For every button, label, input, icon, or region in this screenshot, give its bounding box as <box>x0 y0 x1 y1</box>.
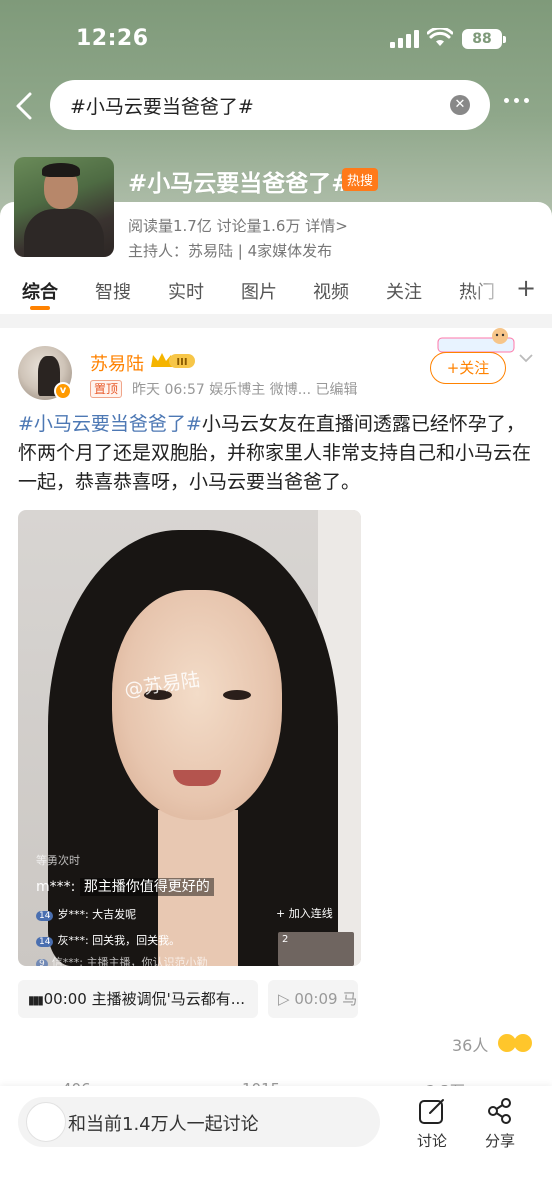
tab-bar: 综合 智搜 实时 图片 视频 关注 热门 + <box>0 268 552 314</box>
more-options-icon[interactable] <box>504 98 529 103</box>
topic-title: #小马云要当爸爸了# <box>128 171 351 197</box>
search-input[interactable]: #小马云要当爸爸了# ✕ <box>50 80 490 130</box>
pinned-badge: 置顶 <box>90 380 123 398</box>
topic-host: 主持人：苏易陆 | 4家媒体发布 <box>128 242 333 260</box>
discuss-input[interactable]: 和当前1.4万人一起讨论 <box>18 1097 380 1147</box>
audio-chip[interactable]: ▮▮▮ 00:00 主播被调侃'马云都有... <box>18 980 258 1018</box>
post-text: #小马云要当爸爸了#小马云女友在直播间透露已经怀孕了，怀两个月了还是双胞胎，并称… <box>18 410 538 497</box>
surprised-emoji-icon <box>514 1034 532 1052</box>
search-nav: #小马云要当爸爸了# ✕ <box>0 80 552 132</box>
reaction-count[interactable]: 36人 <box>452 1032 488 1056</box>
signal-icon <box>390 30 419 48</box>
tab-smart-search[interactable]: 智搜 <box>95 278 131 304</box>
chevron-down-icon[interactable] <box>518 352 534 364</box>
add-tab-icon[interactable]: + <box>516 274 536 302</box>
discuss-button[interactable]: 讨论 <box>407 1096 457 1151</box>
mascot-icon <box>26 1102 66 1142</box>
tab-following[interactable]: 关注 <box>386 278 422 304</box>
search-query: #小马云要当爸爸了# <box>70 95 254 118</box>
edit-icon <box>419 1099 444 1124</box>
chat-line: 14 灰***: 回关我，回关我。 <box>36 932 180 948</box>
tab-videos[interactable]: 视频 <box>313 278 349 304</box>
clear-icon[interactable]: ✕ <box>450 95 470 115</box>
tab-comprehensive[interactable]: 综合 <box>22 278 58 304</box>
post-meta: 昨天 06:57 娱乐博主 微博... 已编辑 <box>132 382 358 398</box>
mini-cam: 2 <box>278 932 354 966</box>
status-bar: 12:26 88 <box>0 22 552 62</box>
tab-realtime[interactable]: 实时 <box>168 278 204 304</box>
back-icon[interactable] <box>10 88 42 124</box>
join-link: + 加入连线 <box>276 907 333 920</box>
battery-icon: 88 <box>462 29 506 49</box>
bottom-bar: 和当前1.4万人一起讨论 讨论 分享 <box>0 1086 552 1199</box>
chat-highlight: m***: 那主播你值得更好的 <box>36 876 214 896</box>
share-icon <box>488 1098 511 1124</box>
level-badge-icon: III <box>151 353 195 368</box>
tab-images[interactable]: 图片 <box>241 278 277 304</box>
follow-button[interactable]: +关注 <box>430 352 506 384</box>
audio-wave-icon: ▮▮▮ <box>28 993 44 1007</box>
audio-chip-next[interactable]: ▷ 00:09 马 <box>268 980 358 1018</box>
topic-thumbnail[interactable] <box>14 157 114 257</box>
hot-badge: 热搜 <box>342 168 379 191</box>
active-tab-indicator <box>30 306 50 310</box>
post-image[interactable]: @苏易陆 等勇次时 m***: 那主播你值得更好的 14 岁***: 大吉发呢 1… <box>18 510 361 966</box>
chat-line: 等勇次时 <box>36 854 80 867</box>
status-time: 12:26 <box>76 26 149 51</box>
svg-text:III: III <box>176 357 187 368</box>
author-name[interactable]: 苏易陆 <box>90 350 144 376</box>
share-button[interactable]: 分享 <box>475 1096 525 1151</box>
wifi-icon <box>427 28 453 46</box>
post-hashtag[interactable]: #小马云要当爸爸了# <box>18 413 202 435</box>
chat-line: 14 岁***: 大吉发呢 <box>36 906 136 922</box>
verified-icon: v <box>54 382 72 400</box>
topic-stats[interactable]: 阅读量1.7亿 讨论量1.6万 详情> <box>128 215 348 236</box>
discuss-prompt: 和当前1.4万人一起讨论 <box>68 1114 259 1135</box>
chat-line: 9 信***: 主播主播，你认识范小勤 <box>36 954 207 966</box>
play-icon: ▷ <box>278 990 295 1008</box>
event-badge-icon <box>437 328 515 353</box>
